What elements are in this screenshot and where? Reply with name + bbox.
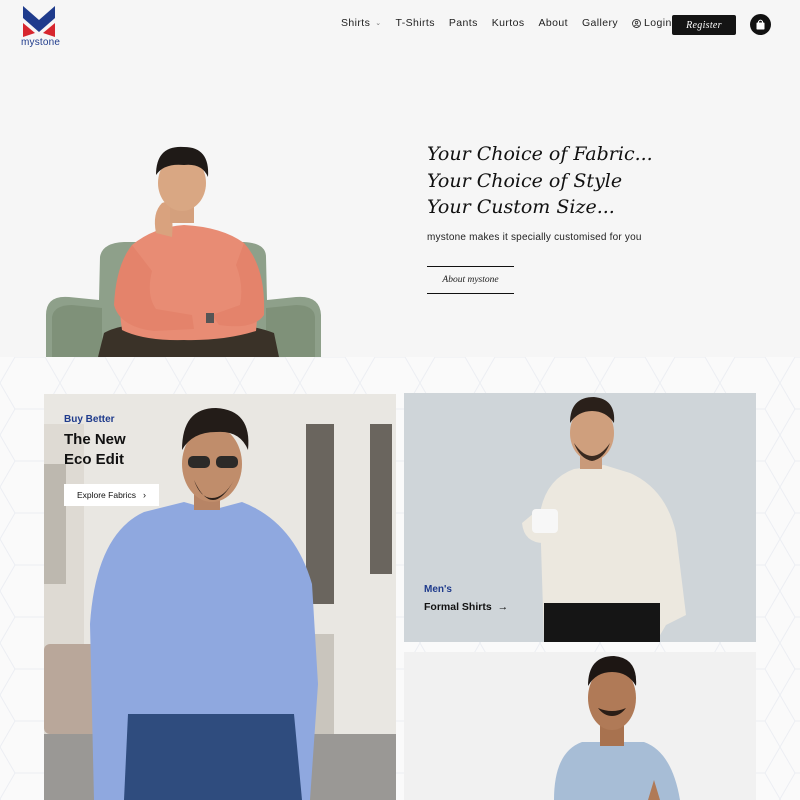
explore-fabrics-label: Explore Fabrics xyxy=(76,490,137,500)
formal-shirts-card[interactable]: Men's Formal Shirts → xyxy=(404,393,756,642)
nav-item-kurtos[interactable]: Kurtos xyxy=(492,17,525,29)
explore-fabrics-button[interactable]: Explore Fabrics › xyxy=(64,484,159,506)
eco-title-line: Eco Edit xyxy=(64,451,125,468)
nav-item-label: Pants xyxy=(448,17,478,29)
brand-logo[interactable]: mystone xyxy=(21,6,61,48)
nav-item-shirts[interactable]: Shirts ⌄ xyxy=(341,17,382,29)
cart-button[interactable] xyxy=(750,14,771,35)
login-label: Login xyxy=(644,17,672,29)
hero-headline-line: Your Choice of Style xyxy=(427,169,623,192)
eco-title: The New Eco Edit xyxy=(64,430,126,470)
login-link[interactable]: Login xyxy=(632,17,672,29)
formal-shirts-label: Formal Shirts xyxy=(424,601,492,613)
logo-text: mystone xyxy=(21,37,61,48)
formal-kicker: Men's xyxy=(424,584,452,595)
chevron-right-icon: › xyxy=(143,490,147,500)
nav-item-about[interactable]: About xyxy=(539,17,568,29)
eco-kicker: Buy Better xyxy=(64,414,115,425)
nav-item-tshirts[interactable]: T-Shirts xyxy=(396,17,435,29)
nav-item-label: Shirts xyxy=(341,17,371,29)
formal-shirts-link[interactable]: Formal Shirts → xyxy=(424,601,508,613)
main-nav: Shirts ⌄ T-Shirts Pants Kurtos About Gal… xyxy=(341,17,686,29)
user-icon xyxy=(632,18,641,28)
hero-headline: Your Choice of Fabric... Your Choice of … xyxy=(427,141,653,221)
nav-item-label: Kurtos xyxy=(491,17,525,29)
category-section: Buy Better The New Eco Edit Explore Fabr… xyxy=(0,357,800,800)
nav-item-gallery[interactable]: Gallery xyxy=(582,17,618,29)
nav-item-label: T-Shirts xyxy=(395,17,435,29)
register-button[interactable]: Register xyxy=(672,15,736,35)
hero-model-image xyxy=(46,146,321,357)
shopping-bag-icon xyxy=(756,19,765,30)
site-header: mystone Shirts ⌄ T-Shirts Pants Kurtos A… xyxy=(0,0,800,50)
chevron-down-icon: ⌄ xyxy=(375,20,382,27)
arrow-right-icon: → xyxy=(497,601,509,613)
polo-card[interactable] xyxy=(404,652,756,800)
nav-item-pants[interactable]: Pants xyxy=(449,17,478,29)
nav-item-label: About xyxy=(538,17,568,29)
hero-headline-line: Your Choice of Fabric... xyxy=(427,143,653,165)
polo-model-image xyxy=(404,652,756,800)
logo-mark-icon xyxy=(23,6,55,37)
nav-item-label: Gallery xyxy=(581,17,619,29)
about-button[interactable]: About mystone xyxy=(427,266,514,294)
hero-subtitle: mystone makes it specially customised fo… xyxy=(427,231,642,243)
hero-section: Your Choice of Fabric... Your Choice of … xyxy=(0,50,800,357)
hero-copy: Your Choice of Fabric... Your Choice of … xyxy=(427,141,653,294)
eco-edit-card[interactable]: Buy Better The New Eco Edit Explore Fabr… xyxy=(44,394,396,800)
hero-headline-line: Your Custom Size... xyxy=(427,196,615,218)
eco-title-line: The New xyxy=(64,431,126,448)
